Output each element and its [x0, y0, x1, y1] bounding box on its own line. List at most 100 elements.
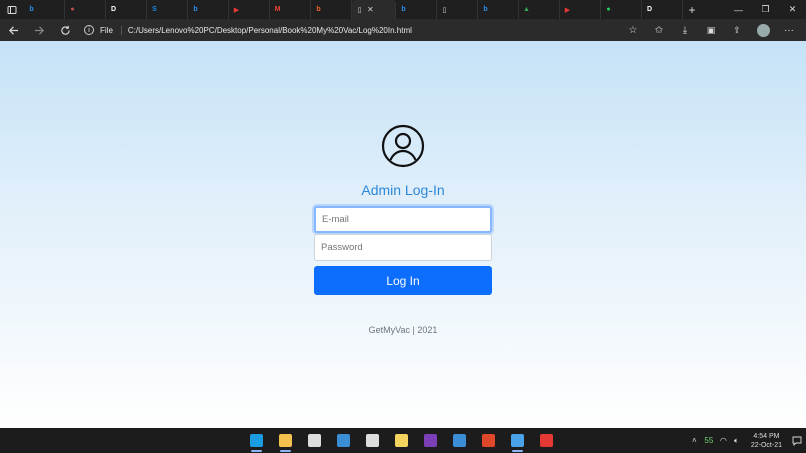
mail-icon: [337, 434, 350, 447]
clock[interactable]: 4:54 PM 22-Oct-21: [751, 432, 782, 450]
taskbar-app[interactable]: [503, 428, 532, 453]
system-tray: ˄ 55 ◠ 🔈︎ 4:54 PM 22-Oct-21: [688, 428, 806, 453]
youtube-icon: ▶: [564, 6, 571, 14]
browser-tab[interactable]: bvimeo: [384, 0, 519, 157]
taskbar-app[interactable]: [445, 428, 474, 453]
star-add-icon: ☆: [628, 24, 638, 36]
avatar-icon: ●: [70, 6, 75, 13]
favorites-button[interactable]: ✩: [646, 19, 672, 41]
window-controls: — ❐ ✕: [725, 0, 806, 19]
forward-arrow-icon: [34, 25, 44, 35]
page-title: Admin Log-In: [361, 182, 445, 198]
browser-tab[interactable]: bBitly: [311, 0, 416, 157]
site-info-icon[interactable]: i: [84, 25, 94, 35]
whatsapp-icon: ●: [606, 6, 611, 13]
minimize-button[interactable]: —: [725, 0, 752, 19]
browser-tab[interactable]: bdevfe: [188, 0, 420, 157]
new-tab-button[interactable]: +: [683, 3, 701, 17]
browser-tab[interactable]: DDevp: [387, 0, 683, 157]
browser-tab[interactable]: SYou a: [147, 0, 421, 157]
page-content: Admin Log-In Log In GetMyVac | 2021: [0, 41, 806, 428]
clock-time: 4:54 PM: [753, 432, 780, 440]
todo-icon: [453, 434, 466, 447]
gmail-icon: M: [274, 6, 281, 13]
password-field[interactable]: [314, 234, 492, 261]
taskbar-app[interactable]: [474, 428, 503, 453]
bing-icon: b: [193, 6, 198, 13]
browser-tab[interactable]: DDevp: [106, 0, 419, 157]
collections-button[interactable]: ▣: [698, 19, 724, 41]
share-icon: ⇪: [733, 24, 741, 35]
more-icon: ···: [784, 24, 794, 36]
browser-tab[interactable]: ▲Hackt: [385, 0, 560, 157]
profile-button[interactable]: [750, 19, 776, 41]
s-icon: S: [152, 6, 157, 13]
dev-icon: D: [646, 6, 653, 13]
youtube-icon: ▶: [233, 6, 240, 14]
chevron-up-icon[interactable]: ˄: [688, 436, 701, 445]
downloads-button[interactable]: ⤓: [672, 19, 698, 41]
taskbar-app[interactable]: [416, 428, 445, 453]
browser-tab[interactable]: bhackt: [24, 0, 420, 157]
taskbar-app[interactable]: [271, 428, 300, 453]
forward-button[interactable]: [26, 19, 52, 41]
collections-icon: ▣: [706, 24, 716, 35]
notification-icon: [792, 436, 802, 446]
edge-icon: [250, 434, 263, 447]
sticky-notes-icon: [395, 434, 408, 447]
user-circle-icon: [381, 124, 425, 168]
close-tab-icon[interactable]: ✕: [367, 5, 374, 14]
browser-tab[interactable]: ▯Scree: [385, 0, 478, 157]
browser-tab[interactable]: ▶Chan: [229, 0, 420, 157]
browser-tab[interactable]: MHack: [270, 0, 419, 157]
taskbar: ˄ 55 ◠ 🔈︎ 4:54 PM 22-Oct-21: [0, 428, 806, 453]
taskbar-app[interactable]: [532, 428, 561, 453]
settings-menu-button[interactable]: ···: [776, 19, 802, 41]
url-text[interactable]: C:/Users/Lenovo%20PC/Desktop/Personal/Bo…: [128, 26, 412, 35]
add-favorite-button[interactable]: ☆: [620, 19, 646, 41]
close-window-button[interactable]: ✕: [779, 0, 806, 19]
recorder-icon: [540, 434, 553, 447]
wifi-icon[interactable]: ◠: [717, 436, 730, 445]
settings-icon: [366, 434, 379, 447]
back-arrow-icon: [8, 25, 18, 35]
share-button[interactable]: ⇪: [724, 19, 750, 41]
browser-toolbar: i File C:/Users/Lenovo%20PC/Desktop/Pers…: [0, 19, 806, 41]
browser-tab[interactable]: ●What: [387, 0, 642, 157]
dev-icon: D: [110, 6, 117, 13]
drive-icon: ▲: [523, 6, 530, 13]
file-explorer-icon: [279, 434, 292, 447]
download-icon: ⤓: [682, 24, 688, 36]
tab-actions-icon: [7, 5, 17, 14]
page-icon: ▯: [357, 6, 362, 14]
tab-actions-button[interactable]: [0, 0, 24, 19]
browser-tab[interactable]: ●Hack: [65, 0, 419, 157]
taskbar-app[interactable]: [242, 428, 271, 453]
browser-tab[interactable]: ▶YouTu: [383, 0, 601, 157]
refresh-icon: [60, 25, 70, 35]
browser-tab[interactable]: ▯G✕: [352, 0, 408, 157]
browser-tab-strip: bhackt●HackDDevpSYou abdevfe▶ChanMHackbB…: [0, 0, 806, 157]
battery-level[interactable]: 55: [701, 436, 717, 445]
clock-date: 22-Oct-21: [750, 441, 782, 449]
notification-button[interactable]: [788, 436, 806, 446]
taskbar-app[interactable]: [329, 428, 358, 453]
office-icon: [482, 434, 495, 447]
address-bar[interactable]: i File C:/Users/Lenovo%20PC/Desktop/Pers…: [84, 21, 620, 39]
login-button[interactable]: Log In: [314, 266, 492, 295]
email-field[interactable]: [314, 206, 492, 233]
bing-icon: b: [401, 6, 406, 13]
address-scheme-label: File: [100, 25, 122, 35]
restore-button[interactable]: ❐: [752, 0, 779, 19]
browser-tab[interactable]: bscree: [386, 0, 437, 157]
footer-text: GetMyVac | 2021: [368, 325, 438, 335]
back-button[interactable]: [0, 19, 26, 41]
toolbar-right: ☆ ✩ ⤓ ▣ ⇪ ···: [620, 19, 802, 41]
taskbar-app[interactable]: [387, 428, 416, 453]
refresh-button[interactable]: [52, 19, 78, 41]
volume-icon[interactable]: 🔈︎: [730, 436, 743, 446]
page-icon: ▯: [442, 6, 447, 14]
taskbar-app[interactable]: [358, 428, 387, 453]
taskbar-app[interactable]: [300, 428, 329, 453]
avatar: [756, 23, 770, 37]
